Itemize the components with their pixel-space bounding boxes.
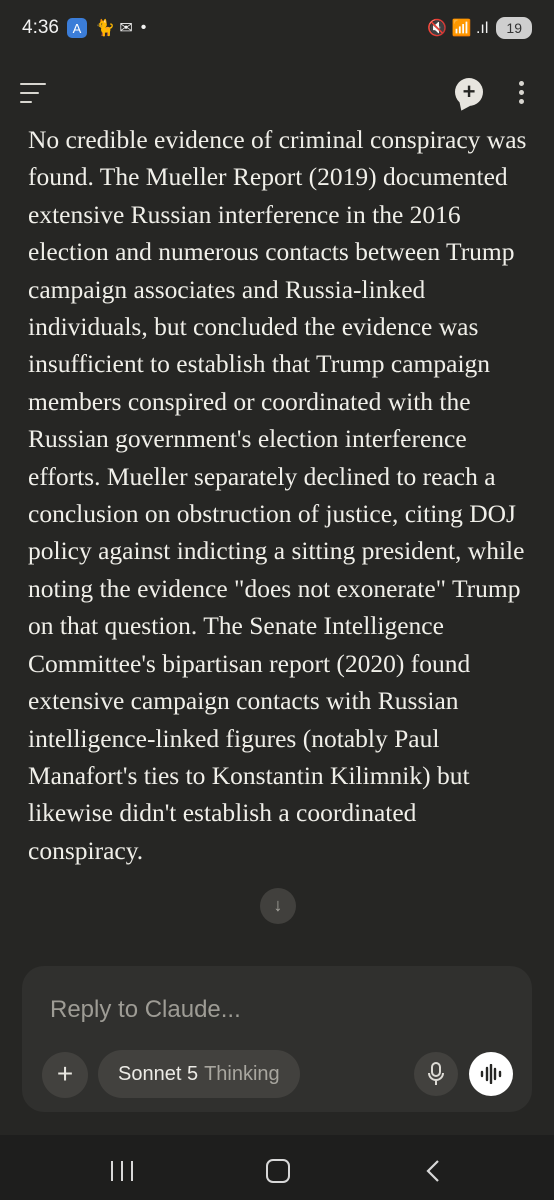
status-dot: • bbox=[140, 19, 147, 36]
assistant-message: No credible evidence of criminal conspir… bbox=[28, 125, 527, 865]
battery-indicator: 19 bbox=[496, 17, 532, 39]
status-bar: 4:36 A 🐈 ✉ • 🔇 📶 .ıl 19 bbox=[0, 0, 554, 56]
status-left: 4:36 A 🐈 ✉ • bbox=[22, 17, 146, 39]
status-time: 4:36 bbox=[22, 17, 59, 38]
model-mode: Thinking bbox=[204, 1062, 280, 1085]
model-name: Sonnet 5 bbox=[118, 1062, 199, 1085]
notification-icons: 🐈 ✉ bbox=[94, 20, 133, 37]
microphone-button[interactable] bbox=[414, 1052, 458, 1096]
scroll-down-button[interactable]: ↓ bbox=[260, 888, 296, 924]
more-vertical-icon[interactable] bbox=[513, 78, 529, 108]
new-chat-icon[interactable]: + bbox=[455, 78, 483, 106]
voice-mode-button[interactable] bbox=[469, 1052, 513, 1096]
menu-icon[interactable] bbox=[20, 80, 48, 106]
model-selector-button[interactable]: Sonnet 5 Thinking bbox=[98, 1050, 300, 1098]
status-right: 🔇 📶 .ıl 19 bbox=[427, 17, 532, 39]
back-icon[interactable] bbox=[424, 1158, 442, 1184]
app-notification-icon: A bbox=[66, 18, 87, 38]
waveform-icon bbox=[480, 1064, 502, 1084]
chat-header: + bbox=[0, 68, 554, 118]
recent-apps-icon[interactable] bbox=[109, 1161, 135, 1181]
message-fade bbox=[0, 930, 554, 970]
reply-input[interactable] bbox=[48, 992, 492, 1028]
signal-icons: 🔇 📶 .ıl bbox=[427, 20, 489, 37]
microphone-icon bbox=[428, 1062, 444, 1085]
home-icon[interactable] bbox=[266, 1159, 290, 1183]
composer: + Sonnet 5 Thinking bbox=[22, 966, 532, 1112]
system-navigation-bar bbox=[0, 1135, 554, 1200]
add-attachment-button[interactable]: + bbox=[42, 1052, 88, 1098]
